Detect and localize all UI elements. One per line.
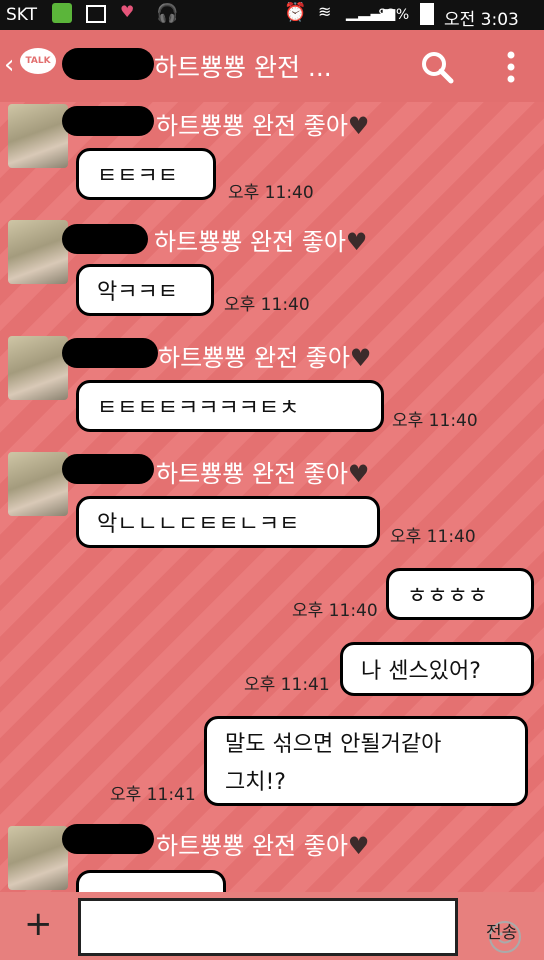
message-time: 오후 11:40 bbox=[292, 601, 378, 621]
chat-area[interactable]: 하트뿅뿅 완전 좋아♥ ㅌㅌㅋㅌ 오후 11:40 하트뿅뿅 완전 좋아♥ 악ㅋ… bbox=[0, 102, 544, 910]
message-text-line: 말도 섞으면 안될거같아 bbox=[225, 732, 442, 757]
message-input[interactable] bbox=[78, 898, 521, 956]
more-options-icon[interactable] bbox=[505, 50, 517, 84]
sender-name-text: 하트뿅뿅 완전 좋아 bbox=[154, 228, 346, 256]
my-message-bubble[interactable]: 말도 섞으면 안될거같아 그치!? bbox=[204, 716, 528, 806]
redaction-mark bbox=[62, 106, 154, 136]
sender-name: 하트뿅뿅 완전 좋아♥ bbox=[154, 222, 367, 257]
sender-name: 하트뿅뿅 완전 좋아♥ bbox=[156, 454, 369, 489]
chat-title: 하트뿅뿅 완전 ... bbox=[154, 53, 332, 82]
sender-name-text: 하트뿅뿅 완전 좋아 bbox=[156, 112, 348, 140]
alarm-icon: ⏰ bbox=[284, 2, 307, 23]
heart-icon: ♥ bbox=[347, 112, 370, 140]
redaction-mark bbox=[62, 454, 154, 484]
message-bubble[interactable]: ㅌㅌㅌㅌㅋㅋㅋㅋㅌㅊ bbox=[76, 380, 384, 432]
redaction-mark bbox=[62, 824, 154, 854]
sender-avatar[interactable] bbox=[8, 452, 68, 516]
search-icon[interactable] bbox=[420, 50, 454, 84]
talk-badge-icon[interactable]: TALK bbox=[20, 48, 56, 74]
input-bar: + 전송 bbox=[0, 892, 544, 960]
status-bar: SKT ♥ 🎧 ⏰ ≋ ▁▂▃▅ 82% 오전 3:03 bbox=[0, 0, 544, 30]
heart-icon: ♥ bbox=[347, 832, 370, 860]
message-text-line: 그치!? bbox=[225, 770, 286, 795]
carrier-label: SKT bbox=[6, 5, 38, 25]
redaction-mark bbox=[62, 48, 154, 80]
my-message-bubble[interactable]: ㅎㅎㅎㅎ bbox=[386, 568, 534, 620]
sender-name-text: 하트뿅뿅 완전 좋아 bbox=[156, 832, 348, 860]
back-icon[interactable]: ‹ bbox=[4, 50, 14, 80]
heart-icon: ♥ bbox=[347, 460, 370, 488]
message-time: 오후 11:40 bbox=[392, 411, 478, 431]
sender-avatar[interactable] bbox=[8, 336, 68, 400]
redaction-mark bbox=[62, 224, 148, 254]
message-bubble[interactable]: 악ㅋㅋㅌ bbox=[76, 264, 214, 316]
heart-icon: ♥ bbox=[345, 228, 368, 256]
send-button[interactable]: 전송 bbox=[486, 918, 517, 943]
message-time: 오후 11:41 bbox=[110, 785, 196, 805]
headphones-icon: 🎧 bbox=[156, 3, 179, 24]
clock: 오전 3:03 bbox=[444, 10, 519, 30]
sender-name: 하트뿅뿅 완전 좋아♥ bbox=[156, 106, 369, 141]
image-icon bbox=[86, 5, 106, 23]
sender-name: 하트뿅뿅 완전 좋아♥ bbox=[158, 338, 371, 373]
sender-avatar[interactable] bbox=[8, 104, 68, 168]
sender-avatar[interactable] bbox=[8, 220, 68, 284]
redaction-mark bbox=[62, 338, 158, 368]
wifi-icon: ≋ bbox=[318, 2, 332, 21]
message-time: 오후 11:41 bbox=[244, 675, 330, 695]
sender-name-text: 하트뿅뿅 완전 좋아 bbox=[158, 344, 350, 372]
sender-name-text: 하트뿅뿅 완전 좋아 bbox=[156, 460, 348, 488]
battery-icon bbox=[420, 3, 434, 25]
heart-app-icon: ♥ bbox=[120, 2, 135, 21]
my-message-bubble[interactable]: 나 센스있어? bbox=[340, 642, 534, 696]
battery-percent: 82% bbox=[378, 7, 410, 23]
add-icon[interactable]: + bbox=[24, 904, 53, 944]
heart-icon: ♥ bbox=[349, 344, 372, 372]
message-bubble[interactable]: 악ㄴㄴㄴㄷㅌㅌㄴㅋㅌ bbox=[76, 496, 380, 548]
chat-header: ‹ TALK 하트뿅뿅 완전 ... bbox=[0, 30, 544, 102]
message-time: 오후 11:40 bbox=[224, 295, 310, 315]
message-bubble[interactable]: ㅌㅌㅋㅌ bbox=[76, 148, 216, 200]
message-time: 오후 11:40 bbox=[390, 527, 476, 547]
sender-avatar[interactable] bbox=[8, 826, 68, 890]
message-time: 오후 11:40 bbox=[228, 183, 314, 203]
sender-name: 하트뿅뿅 완전 좋아♥ bbox=[156, 826, 369, 861]
app-notification-icon bbox=[52, 3, 72, 23]
